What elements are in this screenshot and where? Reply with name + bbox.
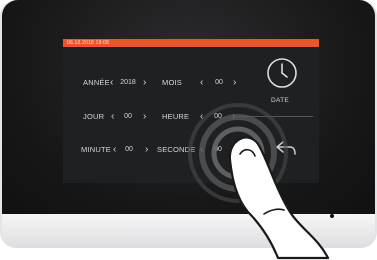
day-value: 00 bbox=[124, 113, 132, 120]
month-decrement-button[interactable]: ‹ bbox=[200, 78, 203, 88]
year-decrement-button[interactable]: ‹ bbox=[110, 78, 113, 88]
minute-increment-button[interactable]: › bbox=[145, 145, 148, 155]
status-datetime: 06.10.2018 19:08 bbox=[67, 40, 110, 46]
minute-decrement-button[interactable]: ‹ bbox=[113, 145, 116, 155]
month-label: MOIS bbox=[162, 78, 182, 87]
day-increment-button[interactable]: › bbox=[143, 112, 146, 122]
day-decrement-button[interactable]: ‹ bbox=[111, 112, 114, 122]
year-label: ANNÉE bbox=[83, 78, 110, 87]
status-bar: 06.10.2018 19:08 bbox=[63, 39, 319, 47]
status-led bbox=[330, 214, 334, 218]
day-label: JOUR bbox=[83, 112, 105, 121]
year-value: 2018 bbox=[120, 79, 136, 86]
minute-label: MINUTE bbox=[81, 145, 111, 154]
month-increment-button[interactable]: › bbox=[233, 78, 236, 88]
intercom-device: 06.10.2018 19:08 ANNÉE ‹ 2018 › MOIS ‹ 0… bbox=[0, 0, 377, 260]
clock-icon[interactable] bbox=[266, 57, 298, 89]
year-increment-button[interactable]: › bbox=[143, 78, 146, 88]
finger-illustration bbox=[228, 136, 330, 260]
minute-value: 00 bbox=[125, 146, 133, 153]
month-value: 00 bbox=[215, 79, 223, 86]
